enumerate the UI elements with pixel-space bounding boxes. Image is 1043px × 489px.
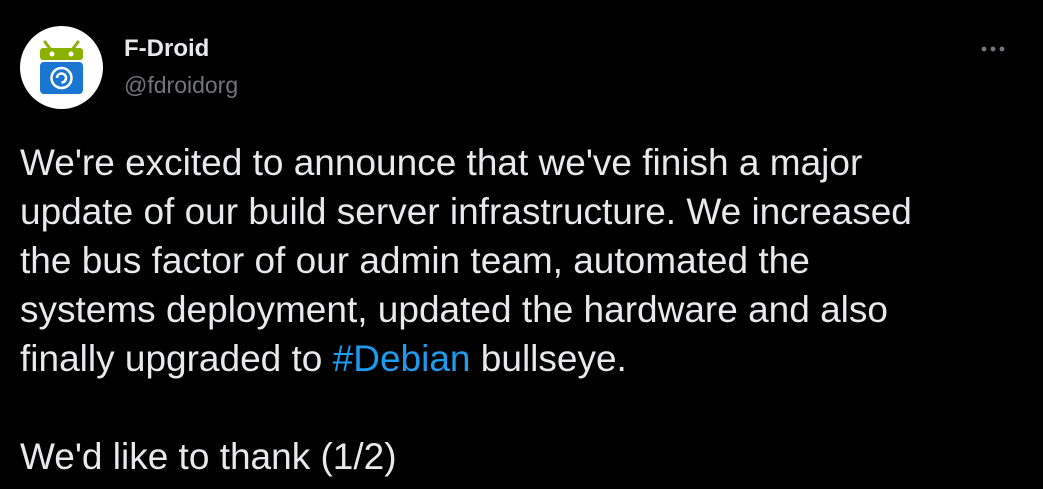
hashtag-link[interactable]: #Debian <box>333 338 471 379</box>
fdroid-logo-icon <box>40 40 83 94</box>
avatar[interactable] <box>20 26 103 109</box>
tweet-text-line: update of our build server infrastructur… <box>20 191 912 232</box>
tweet-text-line: We'd like to thank (1/2) <box>20 436 397 477</box>
tweet-text-segment: bullseye. <box>470 338 627 379</box>
paragraph-break <box>20 383 1030 432</box>
tweet-text-line: finally upgraded to #Debian bullseye. <box>20 334 1030 383</box>
more-options-button[interactable] <box>972 34 1014 64</box>
user-handle[interactable]: @fdroidorg <box>124 70 238 100</box>
tweet-text-segment: finally upgraded to <box>20 338 333 379</box>
tweet-text-line: the bus factor of our admin team, automa… <box>20 240 810 281</box>
display-name[interactable]: F-Droid <box>124 34 209 64</box>
tweet-text-line: systems deployment, updated the hardware… <box>20 289 888 330</box>
tweet-text-line: We're excited to announce that we've fin… <box>20 142 863 183</box>
tweet[interactable]: F-Droid @fdroidorg We're excited to anno… <box>0 0 1043 489</box>
tweet-text: We're excited to announce that we've fin… <box>20 138 1030 481</box>
more-horizontal-icon <box>981 46 1005 52</box>
